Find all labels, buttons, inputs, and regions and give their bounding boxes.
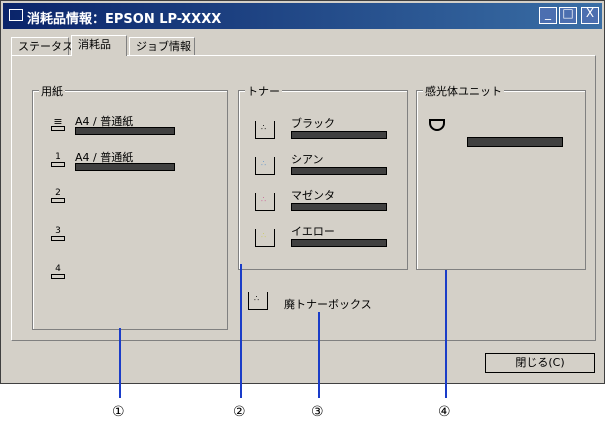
photoconductor-level-bar xyxy=(467,137,563,147)
callout-line-3 xyxy=(318,312,320,398)
tray-1-level-bar xyxy=(75,163,175,171)
callout-number-3: ③ xyxy=(311,404,324,420)
toner-group-label: トナー xyxy=(245,83,282,99)
paper-tray-2-icon: 2 xyxy=(51,189,65,203)
callout-number-1: ① xyxy=(112,404,125,420)
toner-magenta-level-bar xyxy=(291,203,387,211)
waste-toner-box-icon: ∴ xyxy=(248,292,268,310)
toner-yellow-level-bar xyxy=(291,239,387,247)
toner-magenta-label: マゼンタ xyxy=(291,189,335,202)
maximize-button[interactable]: □ xyxy=(559,6,577,24)
window-title: 消耗品情報：EPSON LP-XXXX xyxy=(27,12,222,27)
callout-line-4 xyxy=(445,270,447,398)
callout-line-2 xyxy=(240,264,242,398)
callout-number-2: ② xyxy=(233,404,246,420)
paper-tray-3-icon: 3 xyxy=(51,227,65,241)
toner-black-label: ブラック xyxy=(291,117,335,130)
paper-tray-4-icon: 4 xyxy=(51,265,65,279)
title-bar[interactable]: 消耗品情報：EPSON LP-XXXX _ □ X xyxy=(3,3,602,29)
toner-black-level-bar xyxy=(291,131,387,139)
close-button[interactable]: 閉じる(C) xyxy=(485,353,595,373)
callout-number-4: ④ xyxy=(438,404,451,420)
tab-consumables[interactable]: 消耗品 xyxy=(71,35,127,56)
toner-yellow-icon: ∴ xyxy=(255,229,275,247)
photoconductor-group-label: 感光体ユニット xyxy=(423,83,504,99)
paper-group: 用紙 ≡ A4 / 普通紙 1 A4 / 普通紙 2 3 4 xyxy=(32,83,228,330)
consumables-window: 消耗品情報：EPSON LP-XXXX _ □ X ステータス 消耗品 ジョブ情… xyxy=(0,0,605,384)
toner-yellow-label: イエロー xyxy=(291,225,335,238)
toner-cyan-level-bar xyxy=(291,167,387,175)
toner-group: トナー ∴ ブラック ∴ シアン ∴ マゼンタ ∴ イエロー xyxy=(238,83,408,270)
waste-toner-box-label: 廃トナーボックス xyxy=(284,298,372,311)
photoconductor-icon xyxy=(429,119,445,131)
paper-tray-mp-icon: ≡ xyxy=(51,116,65,131)
paper-tray-1-icon: 1 xyxy=(51,153,65,167)
close-window-button[interactable]: X xyxy=(581,6,599,24)
minimize-button[interactable]: _ xyxy=(539,6,557,24)
consumables-panel: 用紙 ≡ A4 / 普通紙 1 A4 / 普通紙 2 3 4 トナー ∴ ブラッ… xyxy=(11,55,596,341)
tab-job-info[interactable]: ジョブ情報 xyxy=(129,37,195,55)
toner-cyan-icon: ∴ xyxy=(255,157,275,175)
toner-cyan-label: シアン xyxy=(291,153,324,166)
tray-mp-level-bar xyxy=(75,127,175,135)
toner-black-icon: ∴ xyxy=(255,121,275,139)
toner-magenta-icon: ∴ xyxy=(255,193,275,211)
photoconductor-group: 感光体ユニット xyxy=(416,83,586,270)
callout-line-1 xyxy=(119,328,121,398)
app-icon xyxy=(9,9,23,21)
tab-status[interactable]: ステータス xyxy=(11,37,73,55)
paper-group-label: 用紙 xyxy=(39,83,65,99)
